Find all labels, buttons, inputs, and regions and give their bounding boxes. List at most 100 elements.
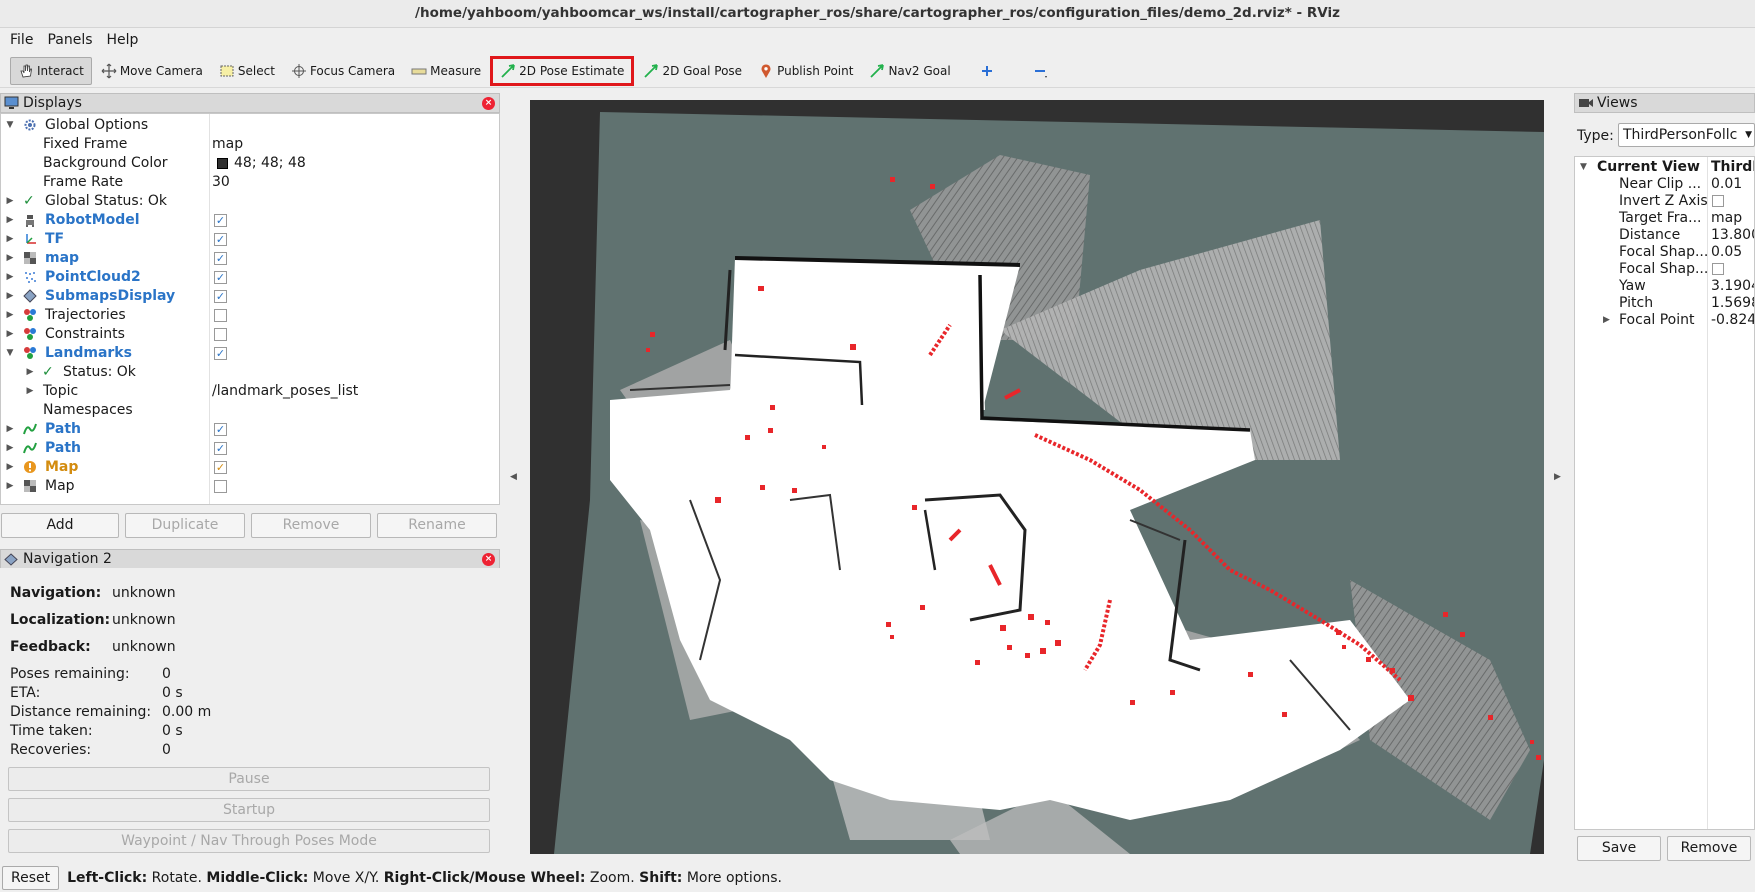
rename-button[interactable]: Rename (377, 513, 497, 538)
add-tool-button[interactable] (972, 57, 1005, 85)
tree-row-focal-shape-fixed[interactable]: Focal Shap... (1575, 261, 1754, 278)
robotmodel-checkbox[interactable]: ✓ (214, 214, 227, 227)
tree-row-map-warning[interactable]: ▶ Map ✓ (1, 458, 499, 477)
expand-right-icon[interactable]: ▶ (5, 306, 15, 325)
focal-point-value[interactable]: -0.824 (1711, 312, 1754, 329)
tree-row-path-2[interactable]: ▶ Path ✓ (1, 439, 499, 458)
tree-row-background-color[interactable]: Background Color 48; 48; 48 (1, 154, 499, 173)
map-warning-checkbox[interactable]: ✓ (214, 461, 227, 474)
expand-down-icon[interactable]: ▼ (5, 116, 15, 135)
expand-right-icon[interactable]: ▶ (5, 477, 15, 496)
select-tool-button[interactable]: Select (212, 57, 282, 85)
expand-right-icon[interactable]: ▶ (25, 363, 35, 382)
tree-row-frame-rate[interactable]: Frame Rate 30 (1, 173, 499, 192)
expand-right-icon[interactable]: ▶ (5, 268, 15, 287)
views-remove-button[interactable]: Remove (1667, 836, 1751, 861)
map-checkbox[interactable]: ✓ (214, 252, 227, 265)
expand-down-icon[interactable]: ▼ (1580, 159, 1587, 176)
expand-right-icon[interactable]: ▶ (5, 192, 15, 211)
tree-row-yaw[interactable]: Yaw 3.1904 (1575, 278, 1754, 295)
interact-tool-button[interactable]: Interact (10, 56, 92, 85)
target-frame-value[interactable]: map (1711, 210, 1742, 227)
tree-row-distance[interactable]: Distance 13.800 (1575, 227, 1754, 244)
focal-shape-size-value[interactable]: 0.05 (1711, 244, 1742, 261)
tree-row-focal-point[interactable]: ▶ Focal Point -0.824 (1575, 312, 1754, 329)
tree-row-topic[interactable]: ▶ Topic /landmark_poses_list (1, 382, 499, 401)
tree-row-map-last[interactable]: ▶ Map (1, 477, 499, 496)
constraints-checkbox[interactable] (214, 328, 227, 341)
trajectories-checkbox[interactable] (214, 309, 227, 322)
topic-value[interactable]: /landmark_poses_list (212, 382, 358, 401)
waypoint-mode-button[interactable]: Waypoint / Nav Through Poses Mode (8, 829, 490, 853)
tree-row-constraints[interactable]: ▶ Constraints (1, 325, 499, 344)
expand-right-icon[interactable]: ▶ (5, 249, 15, 268)
tree-row-invert-z[interactable]: Invert Z Axis (1575, 193, 1754, 210)
duplicate-button[interactable]: Duplicate (125, 513, 245, 538)
near-clip-value[interactable]: 0.01 (1711, 176, 1742, 193)
yaw-value[interactable]: 3.1904 (1711, 278, 1754, 295)
expand-right-icon[interactable]: ▶ (5, 211, 15, 230)
menu-file[interactable]: File (6, 32, 37, 48)
menu-panels[interactable]: Panels (43, 32, 96, 48)
path-checkbox[interactable]: ✓ (214, 423, 227, 436)
tree-row-focal-shape-size[interactable]: Focal Shap... 0.05 (1575, 244, 1754, 261)
tree-row-global-options[interactable]: ▼ Global Options (1, 116, 499, 135)
collapse-left-icon[interactable]: ◀ (510, 472, 517, 482)
frame-rate-value[interactable]: 30 (212, 173, 230, 192)
fixed-frame-value[interactable]: map (212, 135, 243, 154)
tree-row-target-frame[interactable]: Target Fra... map (1575, 210, 1754, 227)
remove-tool-button[interactable] (1025, 57, 1058, 85)
pointcloud2-checkbox[interactable]: ✓ (214, 271, 227, 284)
menu-help[interactable]: Help (103, 32, 143, 48)
pose-estimate-tool-button[interactable]: 2D Pose Estimate (490, 55, 635, 86)
render-viewport[interactable] (530, 100, 1544, 854)
publish-point-tool-button[interactable]: Publish Point (751, 57, 860, 85)
focus-camera-tool-button[interactable]: Focus Camera (284, 57, 402, 85)
view-type-select[interactable]: ThirdPersonFollc ▼ (1618, 123, 1755, 147)
tree-row-fixed-frame[interactable]: Fixed Frame map (1, 135, 499, 154)
tree-row-tf[interactable]: ▶ TF ✓ (1, 230, 499, 249)
measure-tool-button[interactable]: Measure (404, 57, 488, 85)
close-icon[interactable]: × (482, 97, 495, 110)
expand-right-icon[interactable]: ▶ (5, 458, 15, 477)
goal-pose-tool-button[interactable]: 2D Goal Pose (636, 57, 749, 85)
map-last-checkbox[interactable] (214, 480, 227, 493)
nav2-goal-tool-button[interactable]: Nav2 Goal (862, 57, 957, 85)
expand-right-icon[interactable]: ▶ (5, 230, 15, 249)
tree-row-near-clip[interactable]: Near Clip ... 0.01 (1575, 176, 1754, 193)
submaps-checkbox[interactable]: ✓ (214, 290, 227, 303)
expand-right-icon[interactable]: ▶ (5, 287, 15, 306)
expand-right-icon[interactable]: ▶ (25, 382, 35, 401)
close-icon[interactable]: × (482, 553, 495, 566)
tree-row-namespaces[interactable]: Namespaces (1, 401, 499, 420)
expand-right-icon[interactable]: ▶ (5, 420, 15, 439)
views-save-button[interactable]: Save (1577, 836, 1661, 861)
tree-row-path-1[interactable]: ▶ Path ✓ (1, 420, 499, 439)
pause-button[interactable]: Pause (8, 767, 490, 791)
tree-row-pointcloud2[interactable]: ▶ PointCloud2 ✓ (1, 268, 499, 287)
tree-row-landmarks[interactable]: ▼ Landmarks ✓ (1, 344, 499, 363)
color-swatch[interactable] (217, 158, 228, 169)
background-color-value[interactable]: 48; 48; 48 (234, 154, 306, 173)
move-camera-tool-button[interactable]: Move Camera (94, 57, 210, 85)
tree-row-current-view[interactable]: ▼ Current View ThirdP (1575, 159, 1754, 176)
tf-checkbox[interactable]: ✓ (214, 233, 227, 246)
tree-row-global-status[interactable]: ▶ ✓ Global Status: Ok (1, 192, 499, 211)
invert-z-checkbox[interactable] (1712, 195, 1724, 207)
remove-button[interactable]: Remove (251, 513, 371, 538)
reset-button[interactable]: Reset (2, 866, 60, 890)
expand-right-icon[interactable]: ▶ (5, 325, 15, 344)
expand-right-icon[interactable]: ▶ (5, 439, 15, 458)
tree-row-map[interactable]: ▶ map ✓ (1, 249, 499, 268)
tree-row-submaps[interactable]: ▶ SubmapsDisplay ✓ (1, 287, 499, 306)
tree-row-trajectories[interactable]: ▶ Trajectories (1, 306, 499, 325)
expand-right-icon[interactable]: ▶ (1603, 312, 1610, 329)
collapse-right-icon[interactable]: ▶ (1554, 472, 1561, 482)
landmarks-checkbox[interactable]: ✓ (214, 347, 227, 360)
tree-row-landmarks-status[interactable]: ▶ ✓ Status: Ok (1, 363, 499, 382)
path-checkbox[interactable]: ✓ (214, 442, 227, 455)
focal-shape-fixed-checkbox[interactable] (1712, 263, 1724, 275)
pitch-value[interactable]: 1.5698 (1711, 295, 1754, 312)
tree-row-robotmodel[interactable]: ▶ RobotModel ✓ (1, 211, 499, 230)
add-button[interactable]: Add (1, 513, 119, 538)
